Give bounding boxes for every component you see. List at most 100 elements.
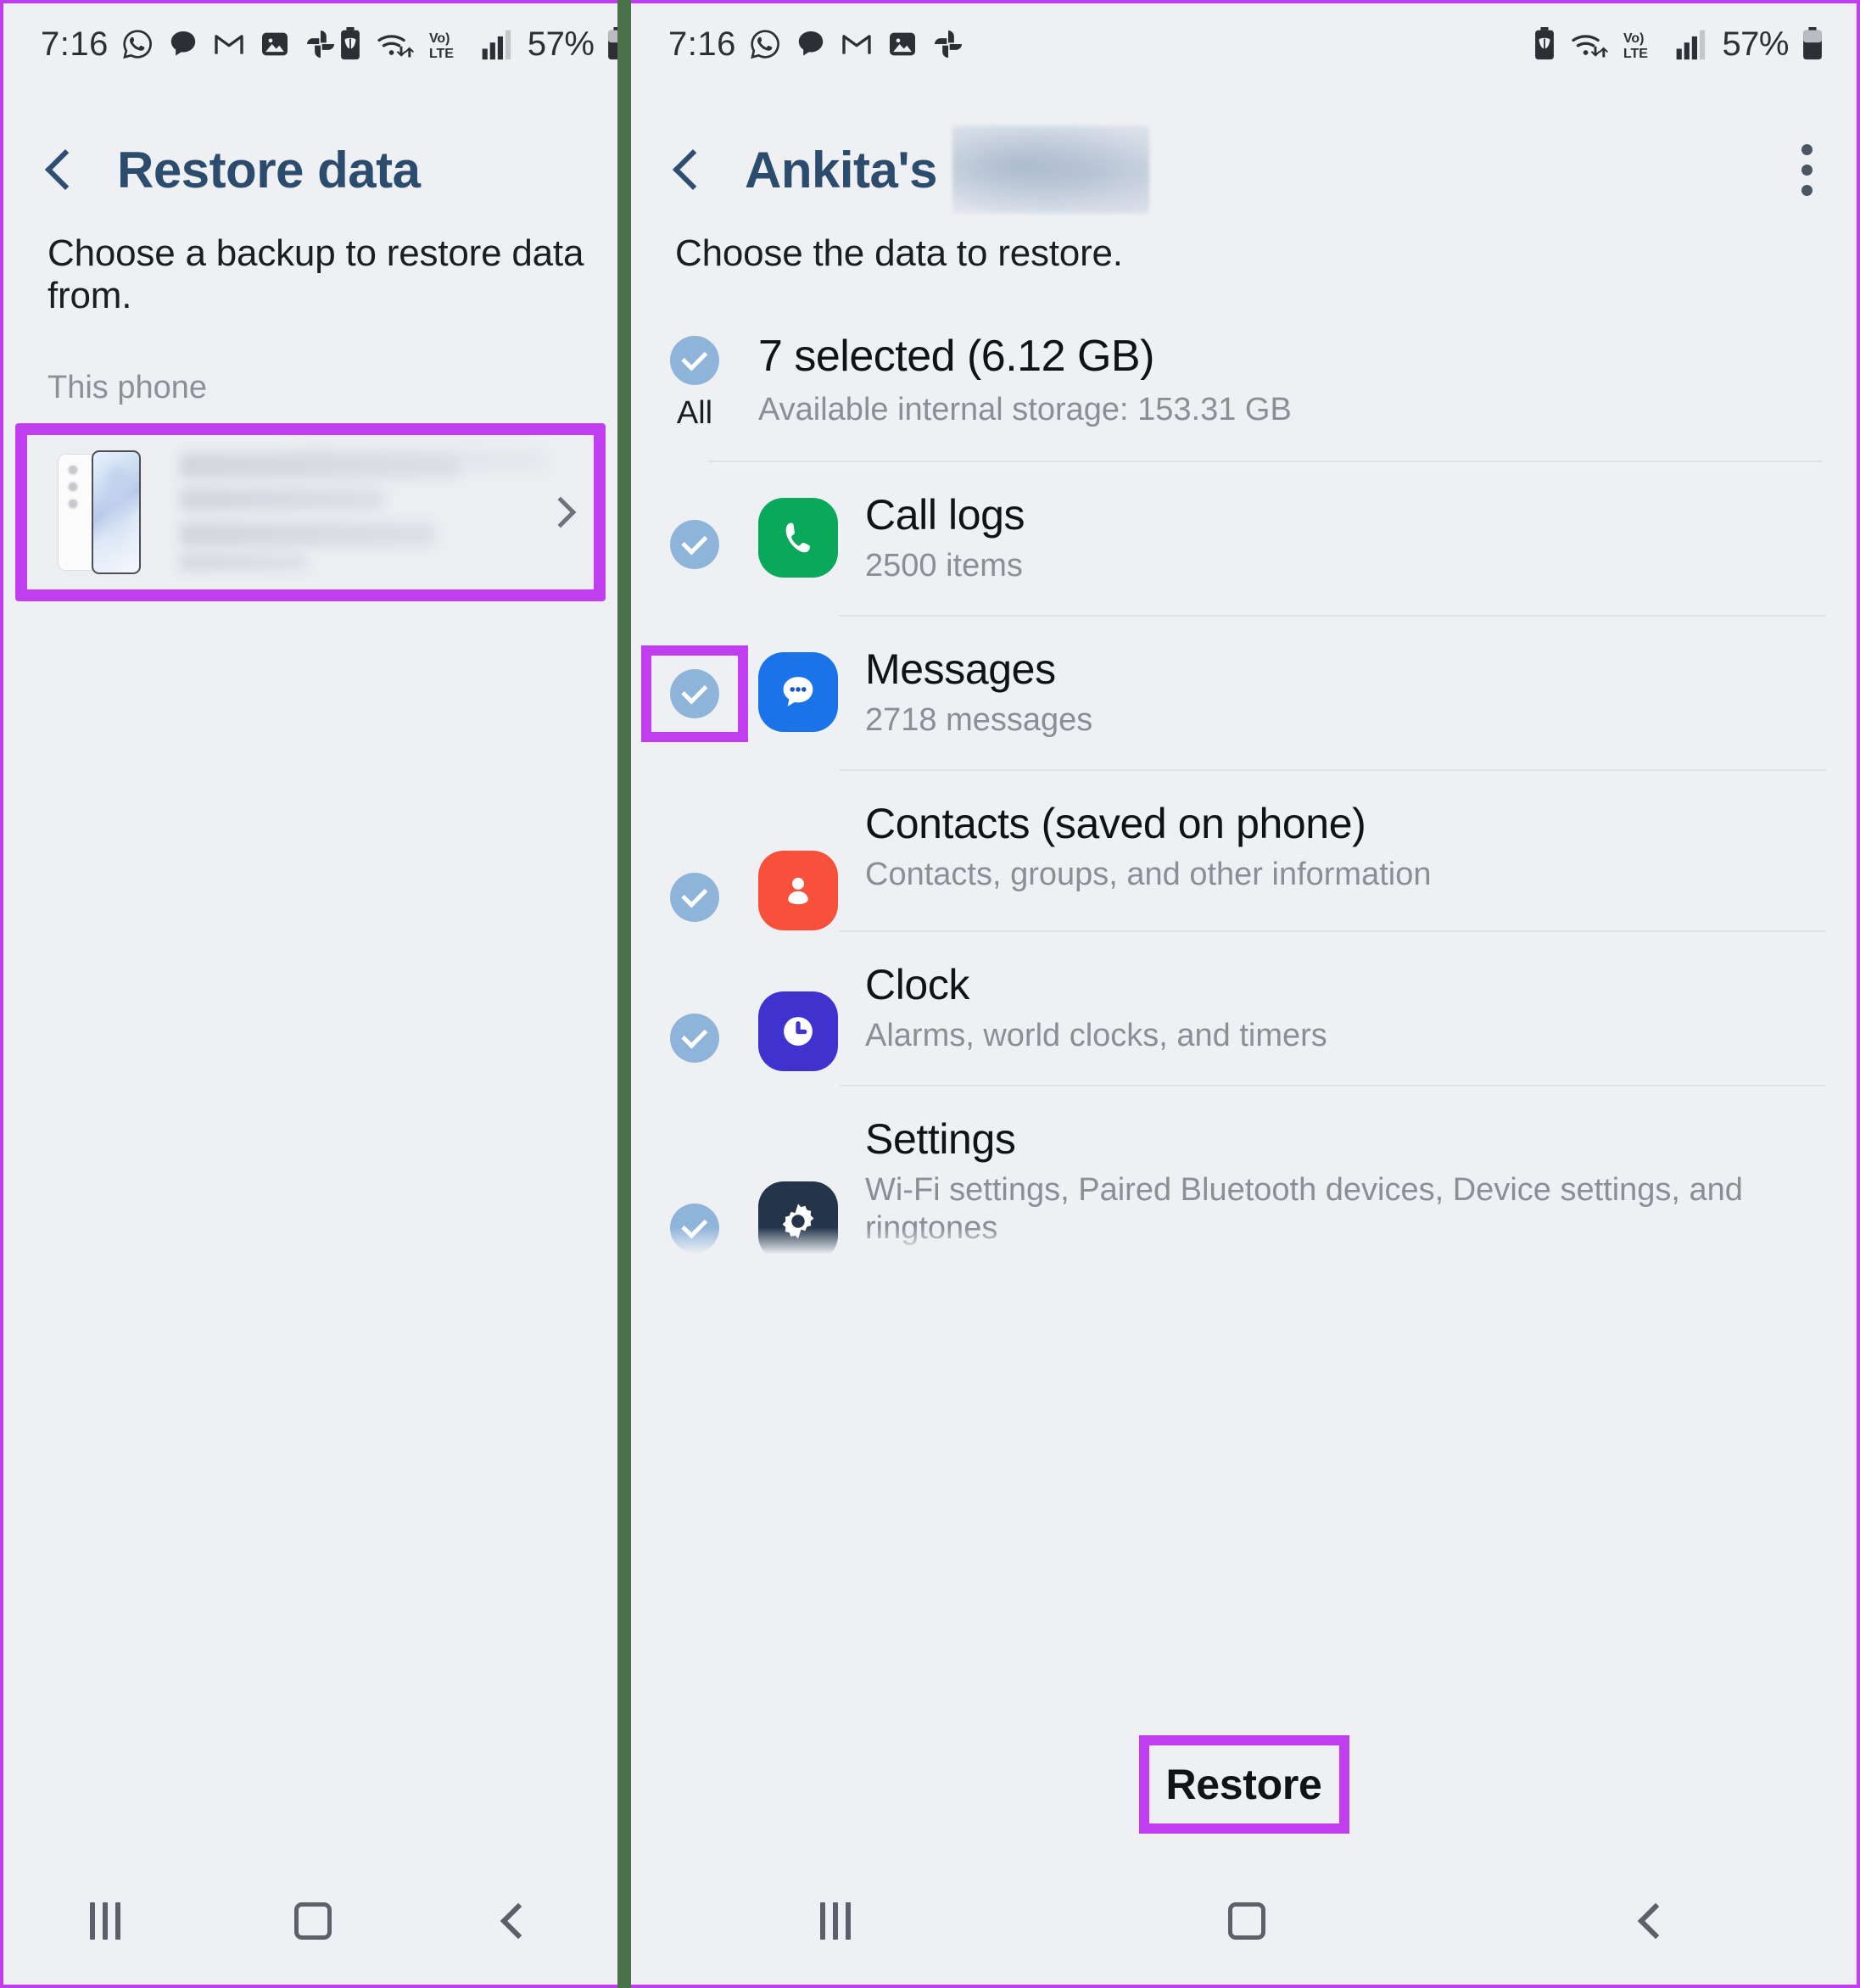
clock-icon bbox=[758, 991, 838, 1071]
checkbox-checked-icon[interactable] bbox=[670, 669, 719, 718]
restore-items-list: Call logs 2500 items Messages 2718 messa… bbox=[631, 462, 1857, 1261]
item-subtitle: 2500 items bbox=[865, 548, 1023, 584]
svg-text:Vo): Vo) bbox=[1623, 31, 1644, 46]
back-chevron-glyph bbox=[672, 148, 714, 191]
home-button[interactable] bbox=[293, 1902, 332, 1940]
checkbox-checked-icon[interactable] bbox=[670, 873, 719, 922]
phone-front-view bbox=[92, 450, 141, 574]
call-logs-icon bbox=[758, 498, 838, 578]
list-item[interactable]: Call logs 2500 items bbox=[631, 462, 1857, 615]
list-item[interactable]: Contacts (saved on phone) Contacts, grou… bbox=[631, 771, 1857, 930]
redacted-device-name bbox=[180, 450, 545, 575]
status-time: 7:16 bbox=[668, 25, 736, 63]
item-checkbox-col[interactable] bbox=[631, 491, 758, 569]
wifi-transfer-icon bbox=[1572, 35, 1609, 58]
battery-icon bbox=[1803, 27, 1822, 60]
back-button[interactable] bbox=[1637, 1902, 1673, 1940]
restore-button[interactable]: Restore bbox=[1148, 1745, 1339, 1823]
whatsapp-icon bbox=[751, 30, 779, 59]
back-chevron-icon[interactable] bbox=[648, 129, 729, 210]
contacts-icon bbox=[758, 851, 838, 930]
item-checkbox-col[interactable] bbox=[631, 800, 758, 922]
status-bar-left: 7:16 Vo) LTE 57% bbox=[3, 3, 617, 85]
backup-device-card[interactable] bbox=[27, 435, 594, 589]
checkbox-checked-icon[interactable] bbox=[670, 1014, 719, 1063]
status-bar-right-icons: Vo) LTE 57% bbox=[338, 25, 617, 64]
status-bar-right: 7:16 Vo) LTE 57% bbox=[631, 3, 1857, 85]
item-text: Contacts (saved on phone) Contacts, grou… bbox=[865, 800, 1857, 894]
left-subtitle: Choose a backup to restore data from. bbox=[47, 232, 584, 316]
gmail-icon bbox=[215, 35, 243, 54]
signal-bars-icon bbox=[482, 30, 511, 60]
left-app-header: Restore data bbox=[3, 85, 617, 210]
right-subtitle: Choose the data to restore. bbox=[675, 232, 1123, 274]
back-chevron-icon[interactable] bbox=[20, 129, 102, 210]
highlight-box-messages-checkbox bbox=[641, 645, 748, 742]
right-app-header: Ankita's bbox=[631, 85, 1857, 214]
selection-summary: 7 selected (6.12 GB) Available internal … bbox=[758, 331, 1292, 428]
volte-icon: Vo)LTE bbox=[1623, 31, 1648, 61]
camera-lens-icon bbox=[67, 464, 79, 476]
back-chevron-glyph bbox=[44, 148, 87, 191]
google-photos-icon bbox=[934, 31, 962, 58]
recents-button[interactable] bbox=[819, 1902, 851, 1940]
chat-bubble-icon bbox=[170, 31, 196, 56]
item-text: Messages 2718 messages bbox=[865, 645, 1857, 740]
google-photos-icon bbox=[306, 31, 334, 58]
redacted-backup-name bbox=[952, 126, 1150, 214]
right-phone-screen: 7:16 Vo) LTE 57% Ankita's Choose the dat… bbox=[631, 0, 1860, 1988]
highlight-box-restore-button: Restore bbox=[1138, 1735, 1349, 1834]
item-title: Clock bbox=[865, 961, 970, 1008]
wifi-transfer-icon bbox=[377, 35, 414, 58]
home-button[interactable] bbox=[1227, 1902, 1265, 1940]
status-bar-left-icons: 7:16 bbox=[668, 25, 965, 64]
item-title: Call logs bbox=[865, 491, 1025, 539]
battery-icon bbox=[608, 27, 617, 60]
item-subtitle: Alarms, world clocks, and timers bbox=[865, 1018, 1327, 1053]
select-all-checkbox-col[interactable]: All bbox=[631, 331, 758, 432]
list-fade-mask bbox=[631, 1227, 1857, 1261]
item-text: Call logs 2500 items bbox=[865, 491, 1857, 585]
list-item[interactable]: Clock Alarms, world clocks, and timers bbox=[631, 932, 1857, 1085]
chevron-right-icon[interactable] bbox=[545, 496, 577, 528]
available-storage: Available internal storage: 153.31 GB bbox=[758, 392, 1292, 427]
item-checkbox-col[interactable] bbox=[631, 961, 758, 1063]
camera-lens-icon bbox=[67, 481, 79, 493]
checkbox-checked-icon[interactable] bbox=[670, 336, 719, 385]
battery-saver-icon bbox=[340, 27, 360, 60]
item-checkbox-col[interactable] bbox=[631, 645, 758, 742]
item-text: Clock Alarms, world clocks, and timers bbox=[865, 961, 1857, 1055]
more-options-icon[interactable] bbox=[1801, 143, 1813, 196]
select-all-row[interactable]: All 7 selected (6.12 GB) Available inter… bbox=[631, 275, 1857, 432]
restore-button-wrapper: Restore bbox=[1138, 1735, 1349, 1834]
battery-percent: 57% bbox=[527, 25, 595, 63]
left-phone-screen: 7:16 Vo) LTE 57% Restore data Choose a ba… bbox=[0, 0, 617, 1988]
whatsapp-icon bbox=[123, 30, 152, 59]
item-subtitle: 2718 messages bbox=[865, 702, 1093, 738]
signal-bars-icon bbox=[1677, 30, 1706, 60]
item-title: Messages bbox=[865, 645, 1056, 693]
right-navigation-bar bbox=[631, 1857, 1857, 1985]
battery-saver-icon bbox=[1535, 27, 1555, 60]
page-title: Restore data bbox=[117, 141, 421, 198]
screenshot-stage: 7:16 Vo) LTE 57% Restore data Choose a ba… bbox=[0, 0, 1860, 1988]
list-item[interactable]: Settings Wi-Fi settings, Paired Bluetoot… bbox=[631, 1086, 1857, 1261]
galaxy-phone-thumbnail bbox=[58, 450, 146, 574]
status-bar-right-icons: Vo) LTE 57% bbox=[1532, 25, 1824, 64]
back-button[interactable] bbox=[500, 1902, 536, 1940]
item-subtitle: Contacts, groups, and other information bbox=[865, 857, 1432, 892]
gallery-icon bbox=[261, 32, 288, 56]
item-title: Settings bbox=[865, 1115, 1016, 1163]
gallery-icon bbox=[889, 32, 915, 56]
selected-count: 7 selected (6.12 GB) bbox=[758, 332, 1154, 381]
chat-bubble-icon bbox=[798, 31, 824, 56]
list-item[interactable]: Messages 2718 messages bbox=[631, 617, 1857, 769]
gmail-icon bbox=[842, 35, 871, 54]
camera-lens-icon bbox=[67, 498, 79, 510]
messages-icon bbox=[758, 652, 838, 732]
left-navigation-bar bbox=[3, 1857, 617, 1985]
battery-percent: 57% bbox=[1722, 25, 1789, 63]
checkbox-checked-icon[interactable] bbox=[670, 520, 719, 569]
recents-button[interactable] bbox=[90, 1902, 121, 1940]
page-title: Ankita's bbox=[745, 141, 938, 198]
